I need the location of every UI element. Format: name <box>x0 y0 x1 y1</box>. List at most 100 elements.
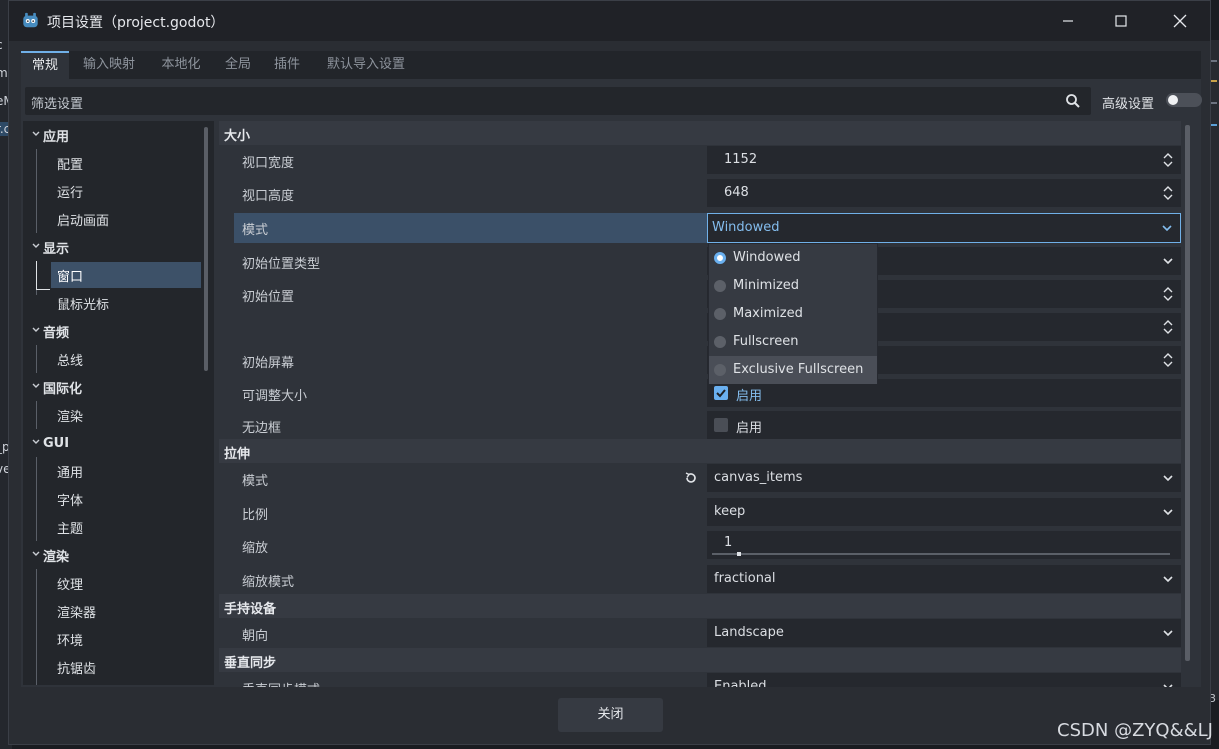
menu-item-exclusive-fullscreen[interactable]: Exclusive Fullscreen <box>709 356 877 384</box>
settings-category-tree: 应用 配置 运行 启动画面 显示 窗口 鼠标光标 音频 总线 国际化 渲染 GU… <box>23 121 214 685</box>
settings-inspector: 大小 视口宽度 1152 视口高度 648 模式 Windowed 初始位置类型… <box>219 121 1196 687</box>
checkbox-unchecked-icon <box>714 418 728 432</box>
section-handheld[interactable]: 手持设备 <box>219 594 1181 618</box>
property-value: Landscape <box>714 625 784 640</box>
inspector-scrollbar[interactable] <box>1185 125 1190 661</box>
stretch-aspect-dropdown[interactable]: keep <box>707 498 1181 526</box>
revert-icon[interactable] <box>684 471 698 485</box>
tab-globals[interactable]: 全局 <box>223 51 253 79</box>
property-value: Windowed <box>712 220 780 235</box>
borderless-checkbox[interactable]: 启用 <box>707 411 1181 439</box>
vsync-mode-dropdown[interactable]: Enabled <box>707 673 1181 687</box>
menu-item-label: Windowed <box>733 250 801 265</box>
menu-item-minimized[interactable]: Minimized <box>709 272 877 300</box>
sidebar-item-environment[interactable]: 环境 <box>23 625 199 653</box>
checkbox-label: 启用 <box>736 389 763 404</box>
close-button[interactable]: 关闭 <box>558 698 663 732</box>
sidebar-category-application[interactable]: 应用 <box>23 121 199 149</box>
window-title: 项目设置（project.godot） <box>47 15 225 31</box>
slider-grabber[interactable] <box>737 552 741 556</box>
sidebar-item-label: 运行 <box>57 185 84 201</box>
radio-unselected-icon <box>714 336 726 348</box>
sidebar-category-display[interactable]: 显示 <box>23 233 199 261</box>
search-icon <box>1066 94 1080 108</box>
sidebar-item-run[interactable]: 运行 <box>23 177 199 205</box>
menu-item-label: Minimized <box>733 278 800 293</box>
spinner-arrows-icon <box>1163 186 1173 200</box>
sidebar-item-anti-aliasing[interactable]: 抗锯齿 <box>23 653 199 681</box>
sidebar-item-buses[interactable]: 总线 <box>23 345 199 373</box>
filter-settings-input[interactable]: 筛选设置 <box>25 87 1091 115</box>
property-label: 垂直同步模式 <box>242 679 320 687</box>
background-text: m <box>0 66 8 80</box>
stretch-scale-mode-dropdown[interactable]: fractional <box>707 565 1181 593</box>
sidebar-item-config[interactable]: 配置 <box>23 149 199 177</box>
window-mode-dropdown[interactable]: Windowed <box>707 213 1181 243</box>
background-text: c <box>0 38 3 52</box>
property-label: 缩放 <box>242 541 269 556</box>
sidebar-item-label: 显示 <box>43 241 70 257</box>
property-label: 视口高度 <box>242 189 295 204</box>
property-label: 视口宽度 <box>242 156 295 171</box>
section-vsync[interactable]: 垂直同步 <box>219 648 1181 672</box>
property-value: keep <box>714 504 746 519</box>
advanced-settings-toggle[interactable] <box>1166 93 1202 107</box>
sidebar-item-fonts[interactable]: 字体 <box>23 485 199 513</box>
sidebar-scrollbar[interactable] <box>204 127 208 371</box>
orientation-dropdown[interactable]: Landscape <box>707 619 1181 647</box>
chevron-down-icon <box>1163 475 1173 482</box>
maximize-button[interactable] <box>1106 9 1136 33</box>
sidebar-category-audio[interactable]: 音频 <box>23 317 199 345</box>
minimize-icon <box>1063 20 1073 22</box>
sidebar-item-boot-splash[interactable]: 启动画面 <box>23 205 199 233</box>
sidebar-item-i18n-rendering[interactable]: 渲染 <box>23 401 199 429</box>
property-label: 模式 <box>242 223 269 238</box>
sidebar-item-common[interactable]: 通用 <box>23 457 199 485</box>
section-size[interactable]: 大小 <box>219 121 1181 145</box>
tab-import-defaults[interactable]: 默认导入设置 <box>323 51 409 79</box>
maximize-icon <box>1115 15 1127 27</box>
sidebar-item-label: GUI <box>43 435 70 451</box>
section-title: 大小 <box>224 129 251 144</box>
sidebar-item-mouse-cursor[interactable]: 鼠标光标 <box>23 289 199 317</box>
sidebar-item-label: 纹理 <box>57 577 84 593</box>
sidebar-category-internationalization[interactable]: 国际化 <box>23 373 199 401</box>
close-window-button[interactable] <box>1165 9 1195 33</box>
general-tab-content: 筛选设置 高级设置 应用 配置 运行 启动画面 显示 窗口 鼠标光标 音频 总线… <box>21 79 1202 687</box>
chevron-down-icon <box>32 439 40 444</box>
stretch-mode-dropdown[interactable]: canvas_items <box>707 464 1181 492</box>
sidebar-item-window[interactable]: 窗口 <box>23 261 201 289</box>
sidebar-category-gui[interactable]: GUI <box>23 429 199 457</box>
tab-localization[interactable]: 本地化 <box>159 51 203 79</box>
sidebar-item-theme[interactable]: 主题 <box>23 513 199 541</box>
section-title: 拉伸 <box>224 447 251 462</box>
spinner-arrows-icon <box>1163 153 1173 167</box>
sidebar-item-label: 启动画面 <box>57 213 110 229</box>
viewport-height-spinbox[interactable]: 648 <box>707 179 1181 207</box>
viewport-width-spinbox[interactable]: 1152 <box>707 146 1181 174</box>
sidebar-item-label: 渲染 <box>43 549 70 565</box>
chevron-down-icon <box>1163 684 1173 687</box>
section-stretch[interactable]: 拉伸 <box>219 439 1181 463</box>
tab-input-map[interactable]: 输入映射 <box>81 51 137 79</box>
chevron-down-icon <box>1163 576 1173 583</box>
sidebar-item-label: 主题 <box>57 521 84 537</box>
sidebar-category-rendering[interactable]: 渲染 <box>23 541 199 569</box>
menu-item-maximized[interactable]: Maximized <box>709 300 877 328</box>
spinner-arrows-icon <box>1163 353 1173 367</box>
property-label: 初始屏幕 <box>242 356 295 371</box>
tab-plugins[interactable]: 插件 <box>272 51 302 79</box>
minimize-button[interactable] <box>1053 9 1083 33</box>
checkbox-label: 启用 <box>736 421 763 436</box>
stretch-scale-slider[interactable]: 1 <box>707 531 1181 559</box>
section-title: 垂直同步 <box>224 656 277 671</box>
tab-general[interactable]: 常规 <box>21 51 69 79</box>
sidebar-item-renderer[interactable]: 渲染器 <box>23 597 199 625</box>
title-bar[interactable]: 项目设置（project.godot） <box>9 1 1210 41</box>
menu-item-windowed[interactable]: Windowed <box>709 244 877 272</box>
menu-item-fullscreen[interactable]: Fullscreen <box>709 328 877 356</box>
sidebar-item-textures[interactable]: 纹理 <box>23 569 199 597</box>
godot-logo-icon <box>23 12 38 28</box>
property-label: 比例 <box>242 508 269 523</box>
window-mode-popup-menu: Windowed Minimized Maximized Fullscreen … <box>708 243 878 384</box>
